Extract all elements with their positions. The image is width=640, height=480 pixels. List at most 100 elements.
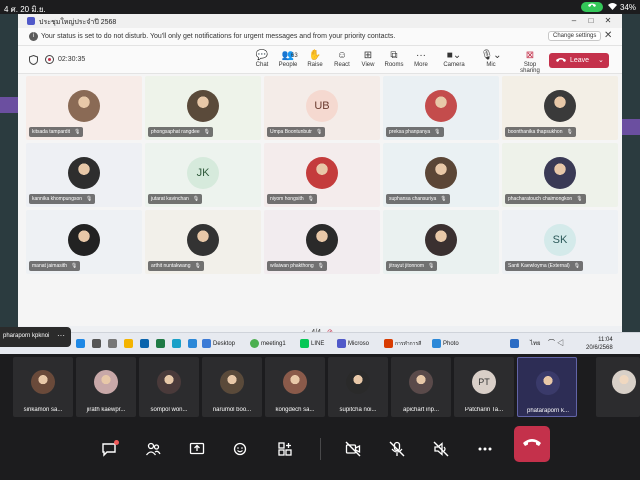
toolbar-view-button[interactable]: ⊞ View: [355, 50, 381, 68]
participant-tile[interactable]: arthit nuntakwang 🎙: [145, 210, 261, 274]
clock[interactable]: 11:04 20/6/2568: [586, 336, 613, 352]
strip-participant-name: sompol won...: [150, 407, 188, 413]
participant-tile[interactable]: phacharatouch chaimongkon 🎙: [502, 143, 618, 207]
toolbar-raise-label: Raise: [307, 62, 323, 68]
mic-muted-icon: 🎙: [71, 263, 78, 269]
controls-divider: [320, 438, 321, 460]
participant-tile[interactable]: suphansa chansuriya 🎙: [383, 143, 499, 207]
taskbar-item-label: Microso: [348, 341, 370, 347]
toolbar-camera-button[interactable]: ■⌄ Camera: [441, 50, 467, 68]
taskbar-item-desktop[interactable]: Desktop: [202, 338, 235, 350]
task-view-button[interactable]: [108, 338, 119, 350]
strip-participant-tile[interactable]: sirikamon sa...: [13, 357, 73, 417]
mic-off-button[interactable]: [382, 434, 412, 464]
strip-participant-tile[interactable]: kongdech sa...: [265, 357, 325, 417]
taskbar-item-label: LINE: [311, 341, 325, 347]
leave-button[interactable]: Leave ⌄: [549, 53, 609, 68]
avatar: [306, 157, 338, 189]
raise-hand-icon: ✋: [308, 50, 322, 61]
avatar: [612, 370, 636, 394]
participant-tile[interactable]: JK jutarat kavinchan 🎙: [145, 143, 261, 207]
edge-button[interactable]: [172, 338, 183, 350]
toolbar-rooms-button[interactable]: ⧉ Rooms: [381, 50, 407, 68]
toolbar-chat-label: Chat: [255, 62, 269, 68]
strip-participant-tile[interactable]: phataraporn k...: [517, 357, 577, 417]
dnd-notice-bar: i Your status is set to do not disturb. …: [18, 28, 622, 46]
strip-participant-tile[interactable]: PT Patcharin Ta...: [454, 357, 514, 417]
participant-name-tag: phongsaphat rangdee 🎙: [148, 127, 214, 137]
taskbar-item-line[interactable]: LINE: [300, 338, 324, 350]
participant-name: Santi Kaewloyma (External): [508, 263, 570, 269]
taskbar-item-photo[interactable]: Photo: [432, 338, 459, 350]
search-button[interactable]: [92, 338, 103, 350]
windows-icon: [76, 338, 85, 348]
strip-participant-tile[interactable]: supitcha noi...: [328, 357, 388, 417]
participant-name-tag: Umpa Boontunbutr 🎙: [267, 127, 326, 137]
strip-participant-tile[interactable]: sompol won...: [139, 357, 199, 417]
photos-app-button[interactable]: [188, 338, 199, 350]
speaker-off-icon: [433, 441, 449, 457]
taskbar-item-teams[interactable]: Microso: [337, 338, 369, 350]
language-indicator[interactable]: ไทย: [530, 338, 541, 350]
toolbar-more-button[interactable]: ··· More: [408, 50, 434, 68]
participant-tile[interactable]: wilaiwan phakthong 🎙: [264, 210, 380, 274]
mic-icon: 🎙⌄: [480, 50, 502, 61]
toolbar-people-button[interactable]: 👥 63 People: [275, 50, 301, 68]
more-icon[interactable]: ···: [57, 331, 65, 340]
excel-button[interactable]: [156, 338, 167, 350]
people-button[interactable]: [138, 434, 168, 464]
change-settings-button[interactable]: Change settings: [548, 31, 602, 41]
explorer-button[interactable]: [124, 338, 135, 350]
participant-tile[interactable]: preksa phanpanya 🎙: [383, 76, 499, 140]
participant-name-tag: phacharatouch chaimongkon 🎙: [505, 194, 586, 204]
participant-tile[interactable]: manat jaimasith 🎙: [26, 210, 142, 274]
end-call-button[interactable]: [514, 426, 550, 462]
participant-tile[interactable]: phongsaphat rangdee 🎙: [145, 76, 261, 140]
participant-tile[interactable]: boonthanika thapsukhon 🎙: [502, 76, 618, 140]
strip-participant-tile[interactable]: narumol boo...: [202, 357, 262, 417]
close-window-button[interactable]: ✕: [601, 16, 615, 25]
maximize-button[interactable]: □: [584, 16, 598, 25]
participant-tile[interactable]: kitsada tampardit 🎙: [26, 76, 142, 140]
toolbar-stop-sharing-button[interactable]: ⊠ Stop sharing: [515, 50, 545, 74]
desktop-background-left: [0, 14, 18, 354]
share-button[interactable]: [182, 434, 212, 464]
taskbar-item-meeting1[interactable]: meeting1: [250, 338, 286, 350]
participant-tile[interactable]: SK Santi Kaewloyma (External) 🎙: [502, 210, 618, 274]
shared-screen: ประชุมใหญ่ประจำปี 2568 – □ ✕ i Your stat…: [0, 14, 640, 354]
participant-name-tag: boonthanika thapsukhon 🎙: [505, 127, 576, 137]
outlook-button[interactable]: [140, 338, 151, 350]
mic-muted-icon: 🎙: [317, 263, 324, 269]
camera-off-button[interactable]: [338, 434, 368, 464]
avatar: [425, 157, 457, 189]
minimize-button[interactable]: –: [567, 16, 581, 25]
mic-tray-button[interactable]: [510, 338, 521, 350]
speaker-off-button[interactable]: [426, 434, 456, 464]
strip-participant-tile[interactable]: apichart inp...: [391, 357, 451, 417]
toolbar-raise-button[interactable]: ✋ Raise: [302, 50, 328, 68]
participant-tile[interactable]: niyom hongsith 🎙: [264, 143, 380, 207]
toolbar-mic-button[interactable]: 🎙⌄ Mic: [478, 50, 504, 68]
call-indicator[interactable]: [581, 2, 603, 12]
participant-tile[interactable]: jitrayut jitonnom 🎙: [383, 210, 499, 274]
strip-participant-tile[interactable]: [596, 357, 640, 417]
start-button[interactable]: [76, 338, 87, 350]
avatar: [306, 224, 338, 256]
taskbar-item-powerpoint[interactable]: การทำการสี: [384, 338, 421, 350]
apps-button[interactable]: [270, 434, 300, 464]
react-button[interactable]: [226, 434, 256, 464]
mic-off-icon: [389, 441, 405, 457]
presenter-tag[interactable]: pharaporn kpknoi ···: [0, 327, 71, 347]
toolbar-chat-button[interactable]: 💬 Chat: [249, 50, 275, 68]
strip-participant-tile[interactable]: jirath kaewpr...: [76, 357, 136, 417]
tray-icons[interactable]: ⌒ ◁: [548, 338, 564, 350]
participant-tile[interactable]: UB Umpa Boontunbutr 🎙: [264, 76, 380, 140]
more-button[interactable]: [470, 434, 500, 464]
chevron-down-icon[interactable]: ⌄: [598, 56, 604, 64]
avatar: [31, 370, 55, 394]
dismiss-notice-button[interactable]: ✕: [604, 30, 612, 41]
participant-tile[interactable]: kannika khompungson 🎙: [26, 143, 142, 207]
chat-button[interactable]: [94, 434, 124, 464]
toolbar-react-button[interactable]: ☺ React: [329, 50, 355, 68]
rooms-icon: ⧉: [390, 50, 398, 61]
